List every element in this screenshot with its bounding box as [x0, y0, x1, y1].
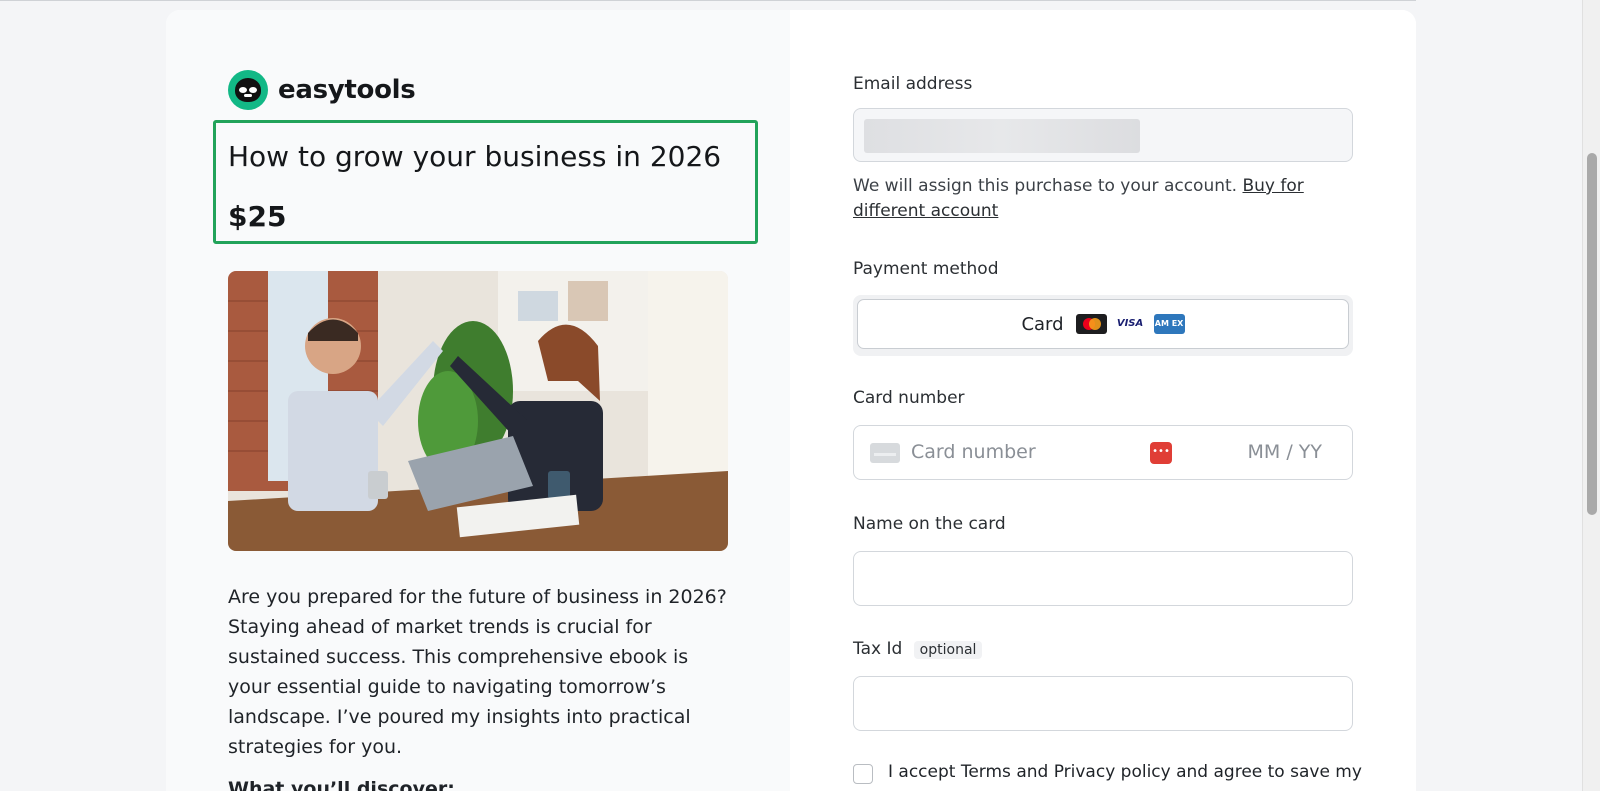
expiry-input[interactable]: MM / YY: [1248, 441, 1322, 463]
tax-id-field[interactable]: [853, 676, 1353, 731]
name-on-card-label: Name on the card: [853, 514, 1006, 534]
discover-heading: What you’ll discover:: [228, 778, 455, 791]
payment-method-group: Card VISA AM EX: [853, 295, 1353, 356]
card-details-field[interactable]: Card number ••• MM / YY: [853, 425, 1353, 480]
account-hint: We will assign this purchase to your acc…: [853, 174, 1333, 224]
accept-terms-checkbox[interactable]: [853, 764, 873, 784]
optional-badge: optional: [913, 641, 983, 659]
payment-method-label: Payment method: [853, 259, 999, 279]
credit-card-icon: [870, 443, 900, 463]
email-label: Email address: [853, 74, 973, 94]
product-image: [228, 271, 728, 551]
card-number-label: Card number: [853, 388, 965, 408]
business-photo-illustration: [228, 271, 728, 551]
brand-name: easytools: [278, 75, 416, 105]
brand-logo: easytools: [228, 70, 416, 110]
mastercard-icon: [1075, 314, 1107, 334]
account-hint-text: We will assign this purchase to your acc…: [853, 176, 1238, 196]
name-on-card-field[interactable]: [853, 551, 1353, 606]
visa-icon: VISA: [1116, 318, 1144, 329]
tax-id-label-text: Tax Id: [853, 639, 903, 659]
email-field[interactable]: [853, 108, 1353, 162]
accept-terms-text: I accept Terms and Privacy policy and ag…: [888, 762, 1362, 782]
amex-icon: AM EX: [1153, 314, 1185, 334]
payment-option-card[interactable]: Card VISA AM EX: [857, 299, 1349, 349]
card-number-input[interactable]: Card number: [911, 441, 1036, 463]
payment-option-card-label: Card: [1021, 313, 1064, 335]
scrollbar-thumb[interactable]: [1587, 153, 1597, 515]
product-title: How to grow your business in 2026: [228, 140, 722, 173]
scrollbar[interactable]: [1582, 0, 1600, 791]
product-price: $25: [228, 200, 287, 233]
blurred-email-value: [864, 119, 1140, 153]
page-background-right: [1416, 0, 1582, 791]
top-border: [0, 0, 1582, 1]
sloth-logo-icon: [228, 70, 268, 110]
title-highlight-box: [213, 120, 758, 244]
cvc-icon: •••: [1150, 442, 1172, 464]
tax-id-label: Tax Id optional: [853, 639, 983, 659]
product-description: Are you prepared for the future of busin…: [228, 586, 727, 758]
